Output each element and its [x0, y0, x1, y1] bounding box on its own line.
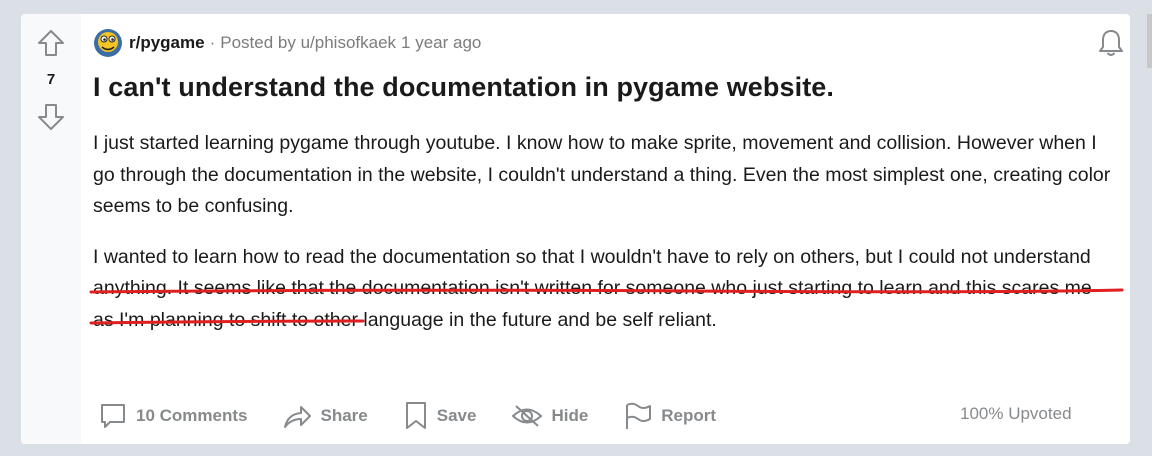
vote-column: 7 — [21, 14, 81, 444]
share-label: Share — [320, 406, 368, 425]
save-label: Save — [436, 406, 477, 425]
comments-button[interactable]: 10 Comments — [98, 401, 247, 431]
upvote-arrow-icon[interactable] — [36, 28, 66, 58]
hide-button[interactable]: Hide — [511, 401, 588, 431]
hide-label: Hide — [551, 406, 589, 425]
scrollbar-thumb[interactable] — [1147, 14, 1152, 68]
flag-icon — [626, 402, 652, 429]
eye-slash-icon — [511, 405, 543, 427]
red-underline-annotation — [89, 319, 365, 325]
subreddit-link[interactable]: r/pygame — [129, 33, 205, 53]
posted-by[interactable]: Posted by u/phisofkaek — [220, 33, 396, 53]
post-paragraph: I just started learning pygame through y… — [93, 132, 1111, 217]
meta-separator: · — [209, 33, 216, 52]
bell-icon[interactable] — [1096, 28, 1126, 58]
post-card: 7 r/pygame · Posted by u/phisofkaek 1 ye… — [21, 14, 1130, 444]
report-label: Report — [661, 406, 717, 425]
post-title[interactable]: I can't understand the documentation in … — [93, 72, 834, 103]
post-meta: r/pygame · Posted by u/phisofkaek 1 year… — [93, 28, 482, 58]
report-button[interactable]: Report — [623, 401, 716, 431]
post-actions: 10 Comments Share Save Hide Report — [98, 400, 751, 432]
post-age: 1 year ago — [401, 33, 482, 52]
vote-score: 7 — [46, 71, 56, 88]
comments-label: 10 Comments — [136, 406, 248, 425]
red-underline-annotation — [89, 288, 1124, 294]
comment-bubble-icon — [101, 404, 125, 428]
bookmark-icon — [405, 402, 426, 429]
pygame-snake-icon[interactable] — [93, 28, 123, 58]
upvote-ratio: 100% Upvoted — [960, 404, 1072, 423]
share-arrow-icon — [284, 406, 312, 428]
share-button[interactable]: Share — [282, 401, 368, 431]
page-gutter — [1130, 0, 1152, 456]
downvote-arrow-icon[interactable] — [36, 102, 66, 132]
save-button[interactable]: Save — [403, 401, 477, 431]
